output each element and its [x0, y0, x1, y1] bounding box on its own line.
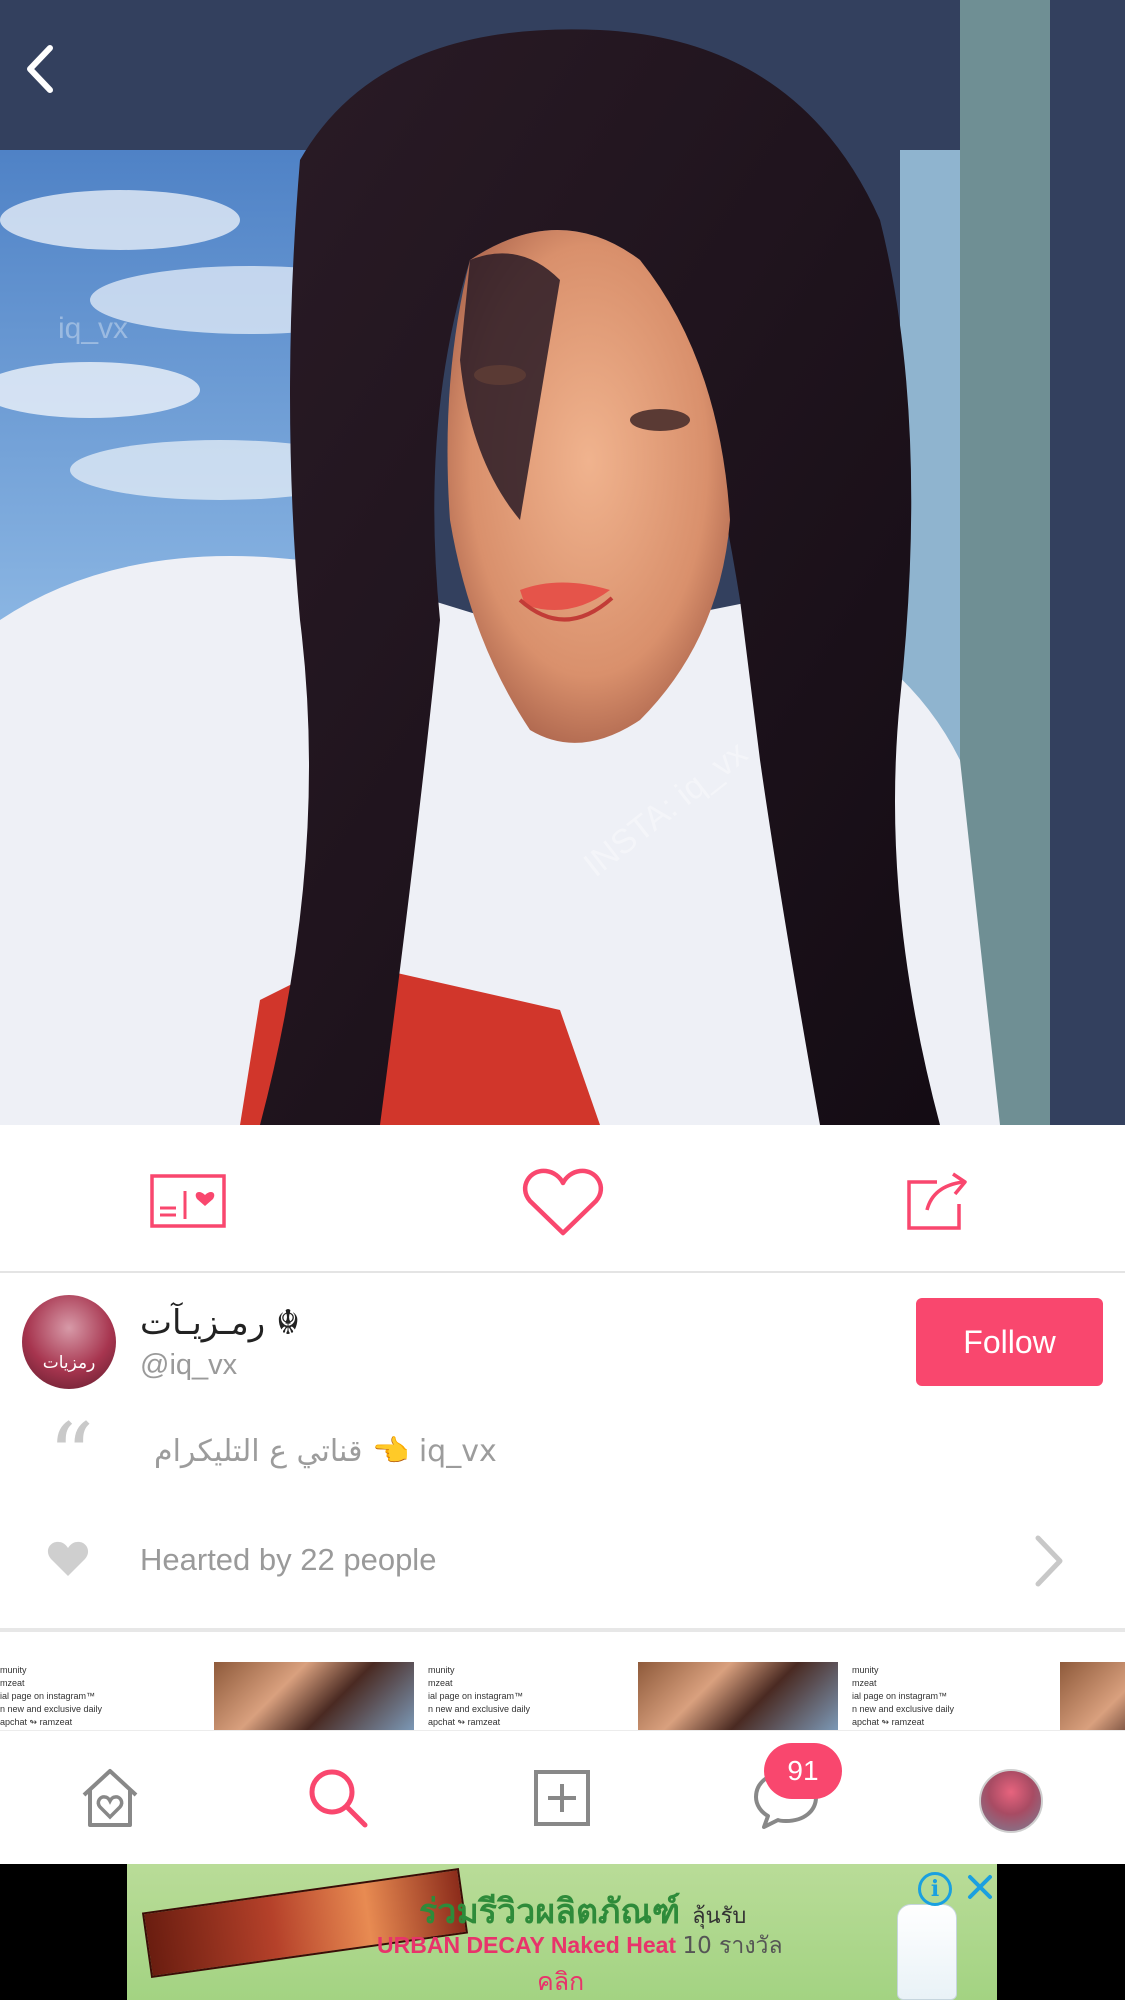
related-thumb-caption[interactable]: munity mzeat ial page on instagram™ n ne… — [0, 1662, 196, 1730]
ad-bottle-image — [897, 1904, 957, 2000]
send-postcard-button[interactable] — [143, 1163, 233, 1239]
post-caption: “ قناتي ع التليكرام 👈 iq_vx — [0, 1412, 1125, 1502]
ad-product-line: URBAN DECAY Naked Heat — [377, 1932, 677, 1958]
ad-title-main: ร่วมรีวิวผลิตภัณฑ์ — [419, 1892, 681, 1932]
like-button[interactable] — [518, 1163, 608, 1239]
related-thumb-caption[interactable]: munity mzeat ial page on instagram™ n ne… — [428, 1662, 624, 1730]
ad-info-icon[interactable]: i — [918, 1872, 952, 1906]
share-button[interactable] — [893, 1163, 983, 1239]
chevron-right-icon — [1030, 1532, 1066, 1595]
ad-subtitle: URBAN DECAY Naked Heat 10 รางวัล — [377, 1928, 783, 1964]
author-row: رمزيات رمـزيـآت ☬ @iq_vx Follow — [0, 1275, 1125, 1405]
ad-area: ร่วมรีวิวผลิตภัณฑ์ ลุ้นรับ URBAN DECAY N… — [0, 1864, 1125, 2000]
add-square-icon — [534, 1770, 590, 1826]
back-button[interactable] — [22, 44, 78, 104]
quote-icon: “ — [48, 1404, 95, 1509]
author-username[interactable]: @iq_vx — [140, 1349, 237, 1382]
messages-badge: 91 — [764, 1743, 842, 1799]
thumb-caption-text: munity mzeat ial page on instagram™ n ne… — [428, 1665, 531, 1727]
related-thumb-photo[interactable] — [214, 1662, 414, 1730]
postcard-heart-icon — [150, 1174, 226, 1228]
post-action-bar — [0, 1125, 1125, 1273]
ad-banner[interactable]: ร่วมรีวิวผลิตภัณฑ์ ลุ้นรับ URBAN DECAY N… — [127, 1864, 997, 2000]
hearted-by-text: Hearted by 22 people — [140, 1542, 437, 1577]
ad-prize-line: 10 รางวัล — [682, 1933, 783, 1959]
related-thumb-caption[interactable]: munity mzeat ial page on instagram™ n ne… — [852, 1662, 1048, 1730]
bottom-tab-bar: 91 — [0, 1730, 1125, 1864]
ad-cta[interactable]: คลิก — [537, 1962, 584, 2000]
tab-home[interactable] — [70, 1761, 150, 1835]
thumb-caption-text: munity mzeat ial page on instagram™ n ne… — [852, 1665, 955, 1727]
ad-close-icon[interactable] — [963, 1870, 997, 1904]
thumb-caption-text: munity mzeat ial page on instagram™ n ne… — [0, 1665, 103, 1727]
related-thumb-photo[interactable] — [1060, 1662, 1125, 1730]
post-photo[interactable]: iq_vx INSTA: iq_vx — [0, 0, 1125, 1125]
tab-search[interactable] — [298, 1761, 378, 1835]
avatar-text: رمزيات — [42, 1353, 96, 1373]
tab-create[interactable] — [522, 1761, 602, 1835]
home-heart-icon — [82, 1769, 138, 1827]
photo-watermark: iq_vx — [58, 312, 129, 345]
author-avatar[interactable]: رمزيات — [22, 1295, 116, 1389]
related-posts-strip: munity mzeat ial page on instagram™ n ne… — [0, 1662, 1125, 1730]
profile-avatar-icon[interactable] — [979, 1769, 1043, 1833]
hearted-by-row[interactable]: Hearted by 22 people — [0, 1520, 1125, 1602]
chevron-left-icon — [27, 45, 53, 93]
section-divider — [0, 1628, 1125, 1632]
share-icon — [907, 1172, 967, 1230]
heart-outline-icon — [522, 1168, 604, 1236]
ad-title-suffix: ลุ้นรับ — [692, 1904, 747, 1929]
heart-filled-icon — [46, 1540, 90, 1583]
search-icon — [309, 1769, 368, 1828]
caption-text: قناتي ع التليكرام 👈 iq_vx — [154, 1434, 497, 1469]
follow-button[interactable]: Follow — [916, 1298, 1103, 1386]
post-photo-illustration — [0, 0, 1125, 1125]
author-display-name[interactable]: رمـزيـآت ☬ — [140, 1303, 300, 1343]
related-thumb-photo[interactable] — [638, 1662, 838, 1730]
